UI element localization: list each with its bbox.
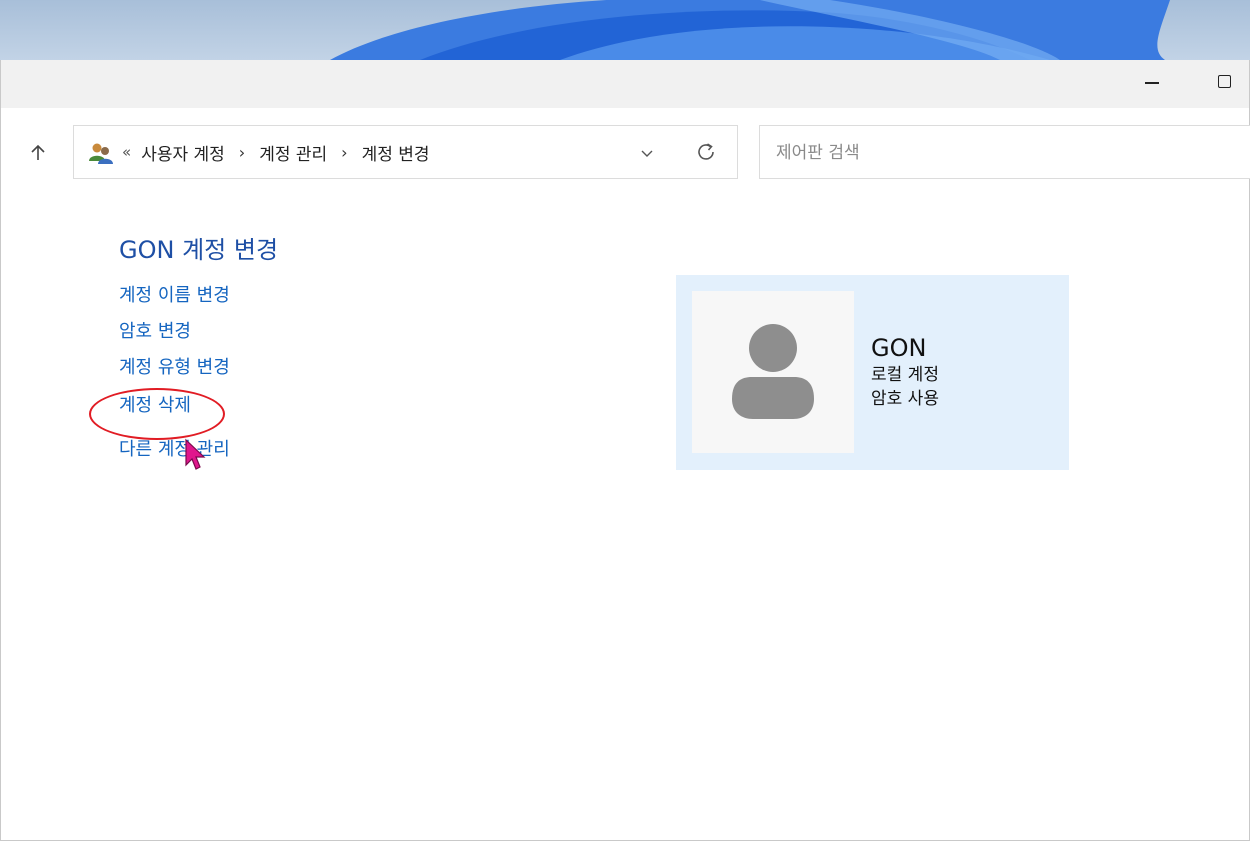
change-password-link[interactable]: 암호 변경 xyxy=(119,320,230,356)
account-name: GON xyxy=(871,334,927,362)
avatar xyxy=(692,291,854,453)
breadcrumb: « 사용자 계정 › 계정 관리 › 계정 변경 xyxy=(122,126,430,178)
search-box[interactable] xyxy=(759,125,1250,179)
account-card: GON 로컬 계정 암호 사용 xyxy=(676,275,1069,470)
manage-other-account-link[interactable]: 다른 계정 관리 xyxy=(119,438,230,474)
page-title: GON 계정 변경 xyxy=(119,236,279,264)
mouse-cursor-icon xyxy=(185,438,206,470)
desktop-wallpaper xyxy=(0,0,1250,60)
password-status: 암호 사용 xyxy=(871,389,939,409)
refresh-icon xyxy=(698,143,714,160)
users-icon xyxy=(89,143,113,164)
change-account-type-link[interactable]: 계정 유형 변경 xyxy=(119,356,230,392)
chevron-down-icon xyxy=(641,150,653,157)
control-panel-window: « 사용자 계정 › 계정 관리 › 계정 변경 GON 계정 변경 계정 이름… xyxy=(0,60,1250,841)
minimize-button[interactable] xyxy=(1129,60,1175,108)
user-avatar-icon xyxy=(732,324,814,419)
task-list: 계정 이름 변경 암호 변경 계정 유형 변경 계정 삭제 다른 계정 관리 xyxy=(119,284,230,474)
breadcrumb-manage-accounts[interactable]: 계정 관리 xyxy=(259,140,327,165)
breadcrumb-separator[interactable]: › xyxy=(239,143,245,162)
breadcrumb-change-account[interactable]: 계정 변경 xyxy=(362,140,430,165)
address-dropdown-button[interactable] xyxy=(636,142,658,164)
breadcrumb-separator[interactable]: › xyxy=(341,143,347,162)
change-name-link[interactable]: 계정 이름 변경 xyxy=(119,284,230,320)
delete-account-link[interactable]: 계정 삭제 xyxy=(119,394,230,430)
title-bar xyxy=(1,60,1249,108)
breadcrumb-overflow[interactable]: « xyxy=(122,143,131,161)
maximize-button[interactable] xyxy=(1201,60,1247,108)
account-info: GON 로컬 계정 암호 사용 xyxy=(871,333,939,411)
address-bar[interactable]: « 사용자 계정 › 계정 관리 › 계정 변경 xyxy=(73,125,738,179)
up-button[interactable] xyxy=(23,138,53,168)
refresh-button[interactable] xyxy=(694,140,718,164)
account-type: 로컬 계정 xyxy=(871,365,939,385)
up-arrow-icon xyxy=(31,144,45,160)
breadcrumb-user-accounts[interactable]: 사용자 계정 xyxy=(141,140,225,165)
search-input[interactable] xyxy=(774,138,1218,168)
